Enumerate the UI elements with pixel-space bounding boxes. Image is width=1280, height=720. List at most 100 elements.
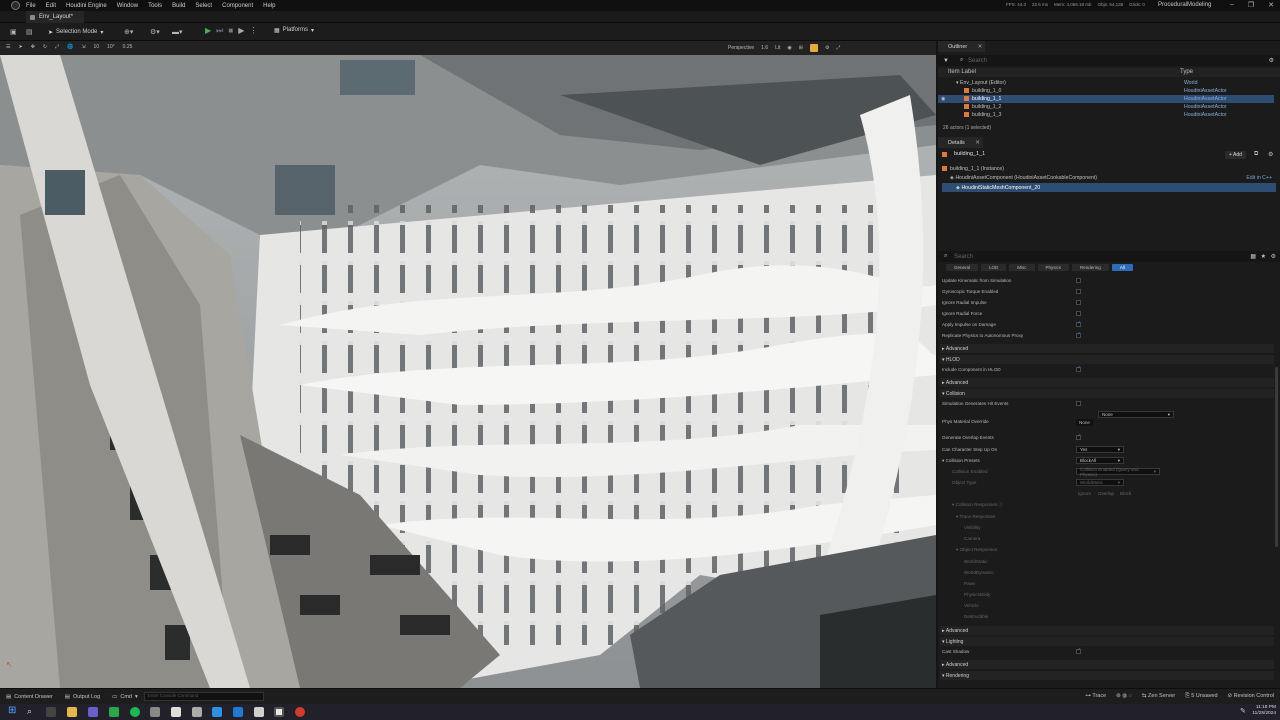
actor-name[interactable]: building_1_1 <box>954 151 985 157</box>
quick-add-icon[interactable]: ⊕▾ <box>124 28 133 36</box>
section-hlod[interactable]: ▾ HLOD <box>940 355 1274 364</box>
revision-control-button[interactable]: ⊘ Revision Control <box>1228 693 1275 700</box>
checkbox[interactable] <box>1076 278 1081 284</box>
cmd-dropdown[interactable]: ▭ Cmd ▾ <box>112 694 138 700</box>
eject-icon[interactable]: ▶ <box>238 26 244 36</box>
outliner-row-building-1-2[interactable]: building_1_2 HoudiniAssetActor <box>938 103 1274 111</box>
menu-select[interactable]: Select <box>195 3 212 9</box>
save-icon[interactable]: ▣ <box>10 28 17 36</box>
menu-houdini-engine[interactable]: Houdini Engine <box>66 3 107 9</box>
menu-component[interactable]: Component <box>222 3 253 9</box>
platforms-dropdown[interactable]: ▦ Platforms ▾ <box>274 27 314 34</box>
scale-snap-value[interactable]: 0.25 <box>123 44 133 50</box>
checkbox[interactable] <box>1076 311 1081 317</box>
output-log-button[interactable]: ▤ Output Log <box>65 694 100 700</box>
start-icon[interactable]: ⊞ <box>8 705 18 716</box>
filter-general[interactable]: General <box>946 264 979 271</box>
favorite-icon[interactable]: ★ <box>1261 253 1266 260</box>
filter-misc[interactable]: Misc <box>1009 264 1035 271</box>
show-flags-icon[interactable]: ◉ <box>787 45 791 51</box>
app-icon[interactable] <box>295 707 305 717</box>
outliner-tab[interactable]: Outliner ✕ <box>938 41 986 52</box>
details-search-input[interactable]: Search <box>954 254 973 260</box>
play-options-icon[interactable]: ⋮ <box>249 26 257 36</box>
outliner-row-building-1-0[interactable]: building_1_0 HoudiniAssetActor <box>938 87 1274 95</box>
surface-snap-icon[interactable]: ⇲ <box>81 44 85 50</box>
search-icon[interactable]: ⌕ <box>27 706 37 716</box>
play-next-icon[interactable]: ⏭ <box>216 26 223 36</box>
maximize-viewport-icon[interactable]: ⤢ <box>836 45 840 51</box>
checkbox[interactable] <box>1076 367 1081 373</box>
section-collision-advanced[interactable]: ▸ Advanced <box>940 626 1274 635</box>
app-icon[interactable] <box>254 707 264 717</box>
object-type-dropdown[interactable]: WorldStatic ▾ <box>1076 479 1124 486</box>
lit-dropdown[interactable]: Lit <box>775 45 780 51</box>
edit-in-cpp-link[interactable]: Edit in C++ <box>1246 175 1272 181</box>
step-up-dropdown[interactable]: Yes ▾ <box>1076 446 1124 453</box>
play-icon[interactable]: ▶ <box>205 26 211 36</box>
world-space-icon[interactable]: 🌐 <box>67 44 73 50</box>
move-tool-icon[interactable]: ✥ <box>31 44 35 50</box>
blueprint-icon[interactable]: ⧉ <box>1254 151 1258 158</box>
content-drawer-button[interactable]: ▤ Content Drawer <box>6 694 53 700</box>
houdini-static-mesh-row[interactable]: ◆ HoudiniStaticMeshComponent_20 <box>942 183 1276 192</box>
selection-mode-dropdown[interactable]: ➤ Selection Mode ▾ <box>48 27 103 37</box>
rotate-tool-icon[interactable]: ↻ <box>43 44 47 50</box>
camera-speed-value[interactable]: 1.6 <box>761 45 768 51</box>
menu-file[interactable]: File <box>26 3 36 9</box>
stop-icon[interactable]: ■ <box>228 26 233 36</box>
section-collision[interactable]: ▾ Collision <box>940 389 1274 398</box>
menu-tools[interactable]: Tools <box>148 3 162 9</box>
rot-snap-value[interactable]: 10° <box>107 44 115 50</box>
file-explorer-icon[interactable] <box>67 707 77 717</box>
section-hlod-advanced[interactable]: ▸ Advanced <box>940 378 1274 387</box>
unsaved-button[interactable]: ⎘ 5 Unsaved <box>1185 693 1217 700</box>
app-icon[interactable] <box>171 707 181 717</box>
phys-material-thumbnail[interactable]: None <box>1076 419 1093 426</box>
filter-all[interactable]: All <box>1111 264 1133 271</box>
app-icon[interactable] <box>212 707 222 717</box>
settings-icon[interactable]: ⚙ <box>1268 151 1273 158</box>
filter-lod[interactable]: LOD <box>981 264 1007 271</box>
chrome-icon[interactable] <box>109 707 119 717</box>
houdini-asset-component-row[interactable]: ◈ HoudiniAssetComponent (HoudiniAssetCoo… <box>942 173 1276 182</box>
hamburger-icon[interactable]: ☰ <box>6 44 10 50</box>
details-tab[interactable]: Details ✕ <box>938 137 983 148</box>
scale-tool-icon[interactable]: ⤢ <box>55 44 59 50</box>
content-browser-icon[interactable]: ▤ <box>26 28 33 36</box>
checkbox[interactable] <box>1076 322 1081 328</box>
checkbox[interactable] <box>1076 289 1081 295</box>
select-tool-icon[interactable]: ➤ <box>18 44 22 50</box>
outliner-row-building-1-3[interactable]: building_1_3 HoudiniAssetActor <box>938 111 1274 119</box>
spotify-icon[interactable] <box>130 707 140 717</box>
outliner-row-world[interactable]: ▾ Env_Layout (Editor) World <box>938 79 1274 87</box>
unreal-logo-icon[interactable] <box>11 1 20 10</box>
blueprints-icon[interactable]: ⚙▾ <box>150 28 160 36</box>
outliner-row-building-1-1[interactable]: ◉ building_1_1 HoudiniAssetActor <box>938 95 1274 103</box>
settings-icon[interactable]: ⚙ <box>825 45 829 51</box>
section-rendering[interactable]: ▾ Rendering <box>940 671 1274 680</box>
column-item-label[interactable]: Item Label <box>948 69 976 75</box>
level-tab[interactable]: Env_Layout* <box>26 11 84 23</box>
taskbar-clock[interactable]: 11:18 PM 11/25/2024 <box>1252 705 1276 717</box>
visibility-eye-icon[interactable]: ◉ <box>941 96 946 102</box>
column-type[interactable]: Type <box>1180 69 1193 75</box>
checkbox[interactable] <box>1076 300 1081 306</box>
add-component-button[interactable]: + Add <box>1225 151 1246 159</box>
task-view-icon[interactable] <box>46 707 56 717</box>
trace-button[interactable]: ⊶ Trace <box>1085 693 1106 700</box>
menu-build[interactable]: Build <box>172 3 185 9</box>
component-instance-row[interactable]: building_1_1 (Instance) <box>942 164 1276 173</box>
layout-icon[interactable]: ⊞ <box>799 45 803 51</box>
perspective-dropdown[interactable]: Perspective <box>728 45 754 51</box>
checkbox[interactable] <box>1076 649 1081 655</box>
checkbox[interactable] <box>1076 333 1081 339</box>
table-view-icon[interactable]: ▦ <box>1250 253 1256 260</box>
outliner-search-input[interactable]: Search <box>968 58 987 64</box>
section-advanced[interactable]: ▸ Advanced <box>940 344 1274 353</box>
derived-data-icon[interactable]: ⊚ ◍ ◌ <box>1116 693 1132 700</box>
unreal-editor-icon[interactable] <box>274 707 284 717</box>
console-command-input[interactable]: Enter Console Command <box>143 692 264 701</box>
menu-window[interactable]: Window <box>117 3 138 9</box>
filter-rendering[interactable]: Rendering <box>1072 264 1109 271</box>
